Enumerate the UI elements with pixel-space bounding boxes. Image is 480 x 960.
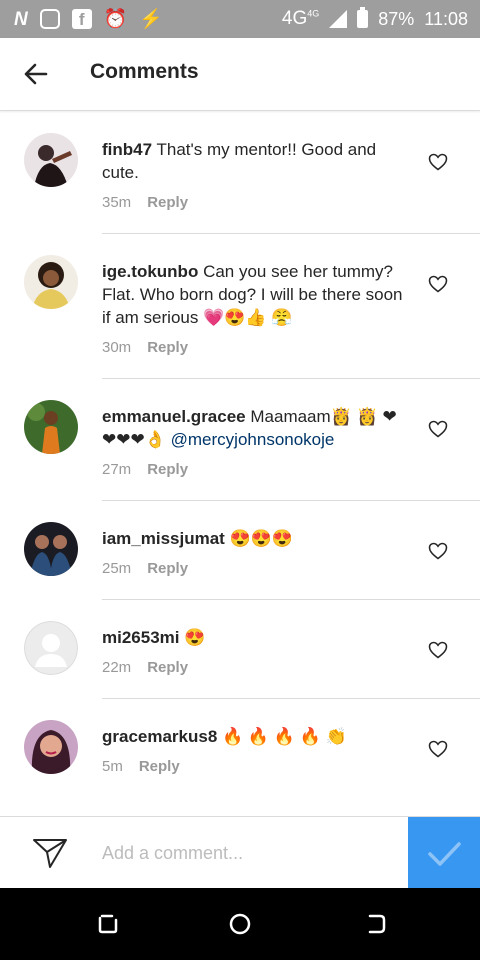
- reply-button[interactable]: Reply: [139, 758, 180, 775]
- comment-body: 😍: [184, 628, 206, 647]
- back-button[interactable]: [20, 58, 52, 90]
- comment-text: iam_missjumat 😍😍😍: [102, 501, 408, 550]
- avatar[interactable]: [24, 255, 78, 309]
- comment-meta: 22m Reply: [102, 659, 480, 698]
- comment-item: mi2653mi 😍 22m Reply: [24, 600, 480, 699]
- facebook-icon: f: [71, 9, 92, 29]
- system-nav-bar: [0, 888, 480, 960]
- comment-text: mi2653mi 😍: [102, 600, 408, 649]
- comment-text: emmanuel.gracee Maamaam👸 👸 ❤❤❤❤👌 @mercyj…: [102, 379, 408, 451]
- comment-body: 🔥 🔥 🔥 🔥 👏: [222, 727, 347, 746]
- comment-username[interactable]: mi2653mi: [102, 628, 180, 647]
- heart-icon: [428, 542, 448, 560]
- direct-send-button[interactable]: [32, 837, 68, 869]
- status-bar: N f ⏰ ⚡ 4G4G 87% 11:08: [0, 0, 480, 38]
- battery-icon: [357, 7, 369, 28]
- page-title: Comments: [90, 60, 199, 83]
- comment-item: emmanuel.gracee Maamaam👸 👸 ❤❤❤❤👌 @mercyj…: [24, 379, 480, 501]
- like-button[interactable]: [428, 420, 448, 438]
- like-button[interactable]: [428, 153, 448, 171]
- comment-text: ige.tokunbo Can you see her tummy? Flat.…: [102, 234, 408, 329]
- comment-text: finb47 That's my mentor!! Good and cute.: [102, 112, 408, 184]
- comment-item: ige.tokunbo Can you see her tummy? Flat.…: [24, 234, 480, 379]
- heart-icon: [428, 153, 448, 171]
- avatar[interactable]: [24, 400, 78, 454]
- app-bar: Comments: [0, 38, 480, 111]
- reply-button[interactable]: Reply: [147, 194, 188, 211]
- reply-button[interactable]: Reply: [147, 560, 188, 577]
- avatar[interactable]: [24, 720, 78, 774]
- recents-icon: [98, 914, 118, 934]
- comment-item: gracemarkus8 🔥 🔥 🔥 🔥 👏 5m Reply: [24, 699, 480, 797]
- comment-item: finb47 That's my mentor!! Good and cute.…: [24, 112, 480, 234]
- comment-body: 😍😍😍: [229, 529, 294, 548]
- comment-username[interactable]: ige.tokunbo: [102, 262, 198, 281]
- comment-meta: 25m Reply: [102, 560, 480, 599]
- clock: 11:08: [424, 8, 468, 29]
- comment-meta: 27m Reply: [102, 461, 480, 500]
- heart-icon: [428, 420, 448, 438]
- comments-list[interactable]: finb47 That's my mentor!! Good and cute.…: [0, 112, 480, 797]
- comment-username[interactable]: gracemarkus8: [102, 727, 217, 746]
- comment-time: 5m: [102, 758, 123, 775]
- comment-item: iam_missjumat 😍😍😍 25m Reply: [24, 501, 480, 600]
- comment-composer: [0, 816, 480, 889]
- heart-icon: [428, 740, 448, 758]
- avatar[interactable]: [24, 133, 78, 187]
- like-button[interactable]: [428, 275, 448, 293]
- like-button[interactable]: [428, 641, 448, 659]
- network-indicator: 4G4G: [281, 8, 320, 29]
- alarm-icon: ⏰: [103, 8, 128, 30]
- reply-button[interactable]: Reply: [147, 339, 188, 356]
- checkmark-icon: [428, 842, 461, 866]
- post-comment-button[interactable]: [408, 817, 480, 889]
- comment-text: gracemarkus8 🔥 🔥 🔥 🔥 👏: [102, 699, 408, 748]
- n-logo-icon: N: [14, 8, 28, 30]
- comment-meta: 5m Reply: [102, 758, 480, 797]
- comment-meta: 30m Reply: [102, 339, 480, 378]
- usb-icon: ⚡: [139, 8, 164, 30]
- comment-time: 30m: [102, 339, 132, 356]
- comment-input[interactable]: [102, 839, 392, 867]
- comment-time: 22m: [102, 659, 132, 676]
- comment-username[interactable]: finb47: [102, 140, 152, 159]
- back-nav-button[interactable]: [364, 912, 388, 936]
- back-nav-icon: [368, 914, 386, 934]
- paper-plane-icon: [33, 839, 67, 868]
- comment-time: 25m: [102, 560, 132, 577]
- home-button[interactable]: [228, 912, 252, 936]
- avatar[interactable]: [24, 621, 78, 675]
- signal-icon: [329, 10, 348, 28]
- comment-meta: 35m Reply: [102, 194, 480, 233]
- comment-username[interactable]: emmanuel.gracee: [102, 407, 246, 426]
- recent-apps-button[interactable]: [96, 912, 120, 936]
- back-arrow-icon: [24, 63, 48, 85]
- mention-link[interactable]: @mercyjohnsonokoje: [171, 430, 335, 449]
- like-button[interactable]: [428, 740, 448, 758]
- comment-username[interactable]: iam_missjumat: [102, 529, 225, 548]
- comment-time: 27m: [102, 461, 132, 478]
- reply-button[interactable]: Reply: [147, 659, 188, 676]
- heart-icon: [428, 275, 448, 293]
- like-button[interactable]: [428, 542, 448, 560]
- comment-time: 35m: [102, 194, 132, 211]
- home-circle-icon: [229, 913, 251, 935]
- reply-button[interactable]: Reply: [147, 461, 188, 478]
- heart-icon: [428, 641, 448, 659]
- instagram-icon: [39, 9, 60, 29]
- avatar[interactable]: [24, 522, 78, 576]
- battery-level: 87%: [378, 8, 415, 29]
